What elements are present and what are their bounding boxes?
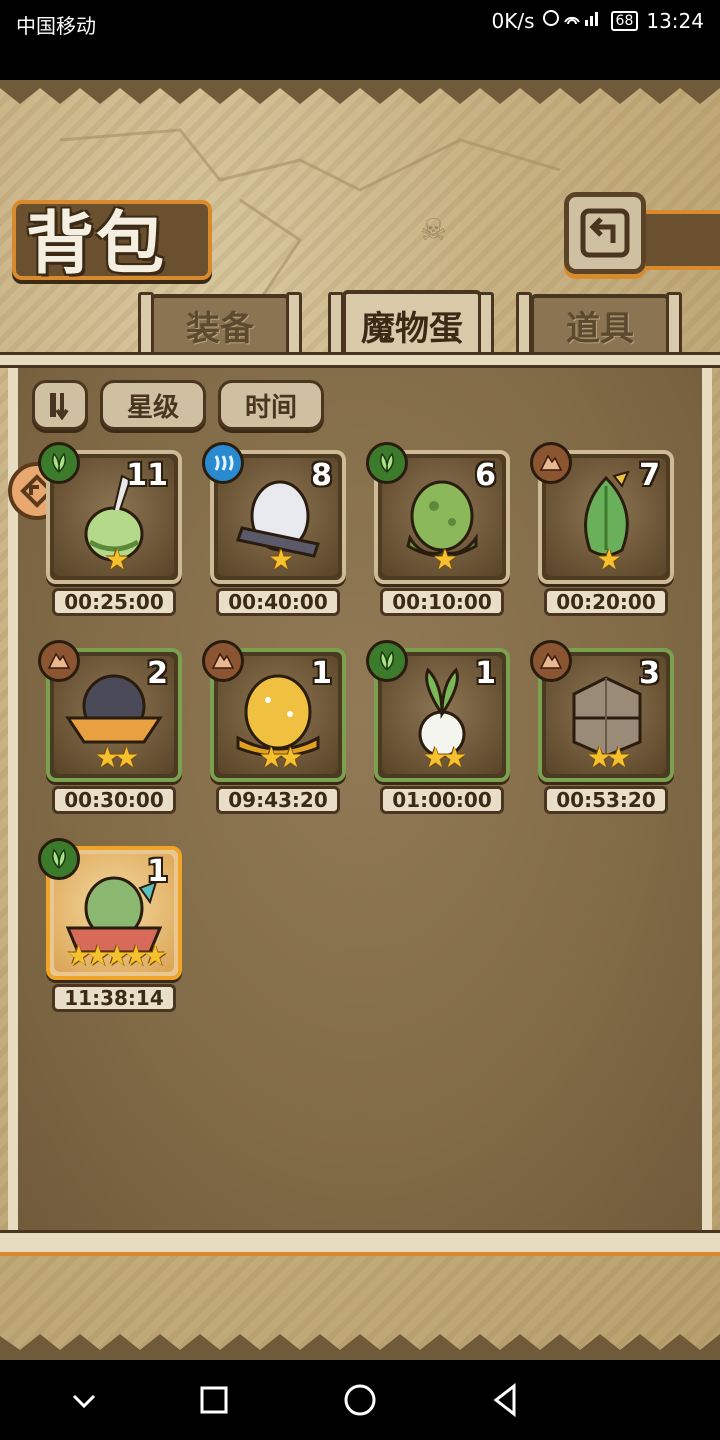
tab-monster-eggs-label: 魔物蛋 (361, 308, 463, 349)
grass-element-icon (366, 640, 408, 682)
hatch-timer: 00:30:00 (52, 786, 176, 814)
torn-edge-bottom (0, 1334, 720, 1360)
panel-bottom-rail (0, 1230, 720, 1256)
egg-count: 1 (311, 656, 332, 691)
tab-post (478, 292, 494, 358)
svg-text:☠: ☠ (420, 213, 447, 248)
egg-count: 2 (147, 656, 168, 691)
hatch-timer: 00:40:00 (216, 588, 340, 616)
hatch-timer: 01:00:00 (380, 786, 504, 814)
clock: 13:24 (646, 8, 704, 33)
carrier-label: 中国移动 (16, 14, 96, 38)
return-arrow-icon (580, 208, 630, 258)
star-rating: ★★ (422, 741, 467, 774)
status-bar: 中国移动 0K/s 68 13:24 (0, 0, 720, 80)
sort-toggle-button[interactable] (32, 380, 88, 430)
tab-post (138, 292, 154, 358)
battery-icon: 68 (610, 10, 639, 31)
home-icon[interactable] (340, 1380, 380, 1420)
hatch-timer: 09:43:20 (216, 786, 340, 814)
egg-count: 7 (639, 458, 660, 493)
tab-monster-eggs[interactable]: 魔物蛋 (342, 290, 482, 360)
star-rating: ★ (104, 543, 129, 576)
star-rating: ★★ (94, 741, 139, 774)
back-icon[interactable] (486, 1380, 526, 1420)
star-rating: ★ (432, 543, 457, 576)
egg-count: 1 (147, 854, 168, 889)
tab-items-label: 道具 (566, 308, 634, 349)
egg-count: 8 (311, 458, 332, 493)
hatch-timer: 00:20:00 (544, 588, 668, 616)
egg-item[interactable]: 1 ★★★★★ 11:38:14 (38, 838, 182, 1016)
egg-count: 3 (639, 656, 660, 691)
rock-element-icon (202, 640, 244, 682)
tab-equipment[interactable]: 装备 (150, 294, 290, 356)
egg-item[interactable]: 2 ★★ 00:30:00 (38, 640, 182, 818)
tab-post (328, 292, 344, 358)
star-rating: ★ (596, 543, 621, 576)
hatch-timer: 11:38:14 (52, 984, 176, 1012)
egg-item[interactable]: 7 ★ 00:20:00 (530, 442, 674, 620)
tab-post (516, 292, 532, 358)
egg-item[interactable]: 11 ★ 00:25:00 (38, 442, 182, 620)
sort-by-time-button[interactable]: 时间 (218, 380, 324, 430)
recent-apps-icon[interactable] (194, 1380, 234, 1420)
star-rating: ★★★★★ (66, 939, 168, 972)
chevron-down-icon[interactable] (64, 1380, 104, 1420)
water-element-icon (202, 442, 244, 484)
egg-item[interactable]: 1 ★★ 09:43:20 (202, 640, 346, 818)
grass-element-icon (38, 442, 80, 484)
signal-icon (542, 8, 603, 33)
back-button[interactable] (564, 192, 646, 274)
sort-icon (50, 393, 69, 420)
egg-item[interactable]: 8 ★ 00:40:00 (202, 442, 346, 620)
sort-by-star-label: 星级 (126, 392, 179, 423)
sort-by-star-button[interactable]: 星级 (100, 380, 206, 430)
egg-count: 11 (126, 458, 168, 493)
egg-item[interactable]: 3 ★★ 00:53:20 (530, 640, 674, 818)
network-speed: 0K/s (491, 8, 535, 33)
tab-post (666, 292, 682, 358)
navigation-bar (0, 1360, 720, 1440)
status-right: 0K/s 68 13:24 (492, 8, 704, 33)
star-rating: ★★ (586, 741, 631, 774)
tab-rail (0, 352, 720, 368)
hatch-timer: 00:25:00 (52, 588, 176, 616)
egg-count: 1 (475, 656, 496, 691)
egg-count: 6 (475, 458, 496, 493)
egg-item[interactable]: 1 ★★ 01:00:00 (366, 640, 510, 818)
hatch-timer: 00:53:20 (544, 786, 668, 814)
page-title: 背包 (26, 204, 167, 284)
rock-element-icon (38, 640, 80, 682)
grass-element-icon (38, 838, 80, 880)
grass-element-icon (366, 442, 408, 484)
tab-equipment-label: 装备 (186, 308, 254, 349)
tab-post (286, 292, 302, 358)
rock-element-icon (530, 442, 572, 484)
sort-by-time-label: 时间 (244, 392, 297, 423)
back-button-rail (640, 210, 720, 270)
tab-items[interactable]: 道具 (530, 294, 670, 356)
egg-item[interactable]: 6 ★ 00:10:00 (366, 442, 510, 620)
rock-element-icon (530, 640, 572, 682)
star-rating: ★★ (258, 741, 303, 774)
hatch-timer: 00:10:00 (380, 588, 504, 616)
star-rating: ★ (268, 543, 293, 576)
